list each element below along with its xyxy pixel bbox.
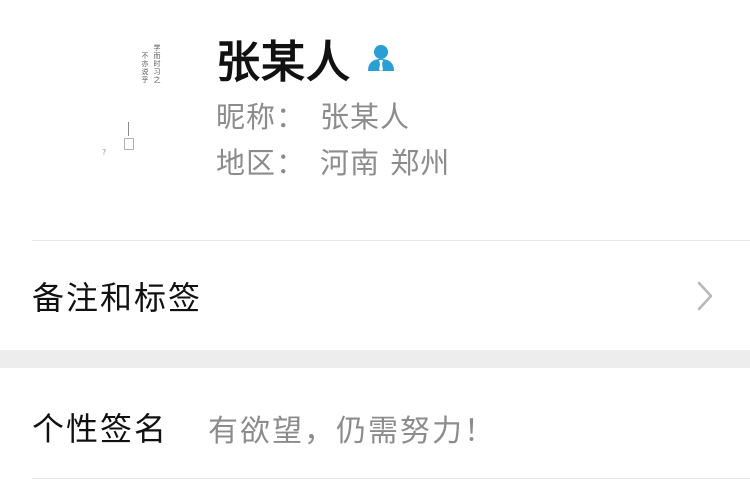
chevron-right-icon [694,279,716,313]
signature-label: 个性签名 [32,410,169,448]
region-value: 河南 郑州 [320,146,451,180]
name-row: 张某人 [216,30,397,88]
contact-name: 张某人 [216,37,351,88]
signature-row: 个性签名 有欲望，仍需努力！ [0,368,750,478]
nickname-value: 张某人 [320,100,411,134]
remark-and-tags-label: 备注和标签 [32,279,203,317]
divider [32,478,750,479]
avatar-poem-text: 学而时习之 [153,44,161,84]
avatar-poem-text: 不亦说乎 [141,52,149,84]
remark-and-tags-row[interactable]: 备注和标签 [0,241,750,350]
region-label: 地区： [216,146,307,180]
person-badge-icon [365,42,397,74]
nickname-line: 昵称： 张某人 [216,94,410,136]
signature-value: 有欲望，仍需努力！ [208,414,496,449]
profile-header: 学而时习之 不亦说乎 ? 张某人 昵称： 张某人 地区： 河南 郑州 [0,0,750,240]
nickname-label: 昵称： [216,100,307,134]
avatar-stroke [128,122,129,136]
avatar[interactable]: 学而时习之 不亦说乎 ? [80,32,192,162]
avatar-seal-stamp [124,138,134,150]
section-gap [0,350,750,368]
avatar-mark: ? [102,148,107,157]
region-line: 地区： 河南 郑州 [216,140,450,182]
